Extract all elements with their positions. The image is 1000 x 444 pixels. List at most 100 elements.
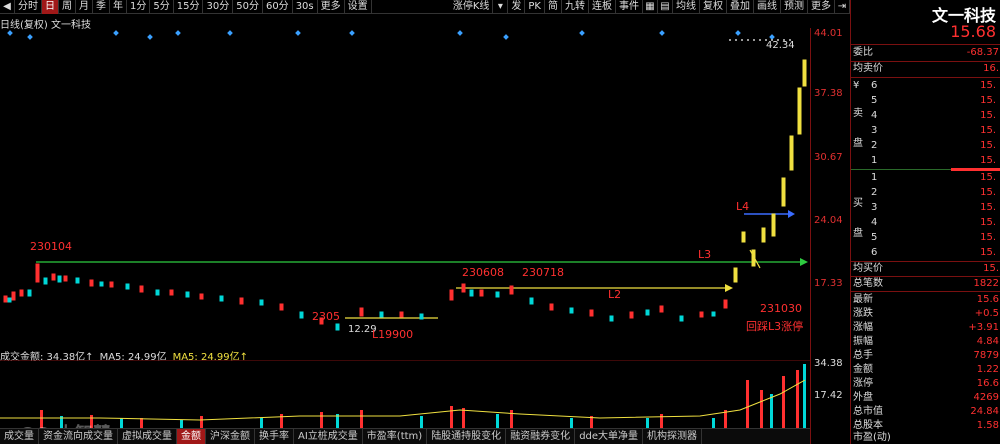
stat-label: 涨幅 [853, 322, 873, 333]
simple-button[interactable]: 简 [545, 0, 562, 14]
exit-icon[interactable]: ⇥ [835, 0, 850, 14]
yellow-arrow-l2-icon [725, 284, 733, 292]
tab-day[interactable]: 日 [42, 0, 59, 14]
tab-30s[interactable]: 30s [293, 0, 318, 14]
buy-price-1[interactable]: 15. [980, 172, 996, 183]
buy-price-6[interactable]: 15. [980, 247, 996, 258]
buy-price-3[interactable]: 15. [980, 202, 996, 213]
buy-label-2: 盘 [853, 228, 863, 239]
stock-price: 15.68 [950, 22, 996, 41]
tab-institution[interactable]: 机构探测器 [643, 429, 703, 444]
avg-sell-label: 均卖价 [853, 63, 883, 74]
tab-more[interactable]: 更多 [318, 0, 345, 14]
draw-button[interactable]: 画线 [754, 0, 781, 14]
adjust-button[interactable]: 复权 [700, 0, 727, 14]
tab-minute[interactable]: 分时 [15, 0, 42, 14]
tab-ai-volume[interactable]: AI立桩成交量 [294, 429, 363, 444]
sell-price-5[interactable]: 15. [980, 95, 996, 106]
high-price-label: 42.34 [766, 40, 795, 51]
tab-30min[interactable]: 30分 [203, 0, 234, 14]
tab-15min[interactable]: 15分 [174, 0, 204, 14]
buy-price-5[interactable]: 15. [980, 232, 996, 243]
calendar-icon[interactable]: ▤ [658, 0, 673, 14]
tab-60min[interactable]: 60分 [263, 0, 293, 14]
tab-50min[interactable]: 50分 [233, 0, 263, 14]
tab-year[interactable]: 年 [110, 0, 127, 14]
avg-sell-row: 均卖价 16. [853, 63, 999, 75]
kline-chart[interactable] [0, 28, 850, 346]
nine-turn-button[interactable]: 九转 [562, 0, 589, 14]
buy-level-6: 6 [871, 247, 878, 258]
price-axis: 44.01 37.38 30.67 24.04 17.33 34.38 17.4… [810, 28, 850, 444]
sell-price-1[interactable]: 15. [980, 155, 996, 166]
tab-turnover[interactable]: 换手率 [255, 429, 294, 444]
price-label-5: 17.33 [814, 278, 843, 289]
sell-price-2[interactable]: 15. [980, 140, 996, 151]
annotation-231030: 231030 [760, 302, 802, 315]
tab-margin[interactable]: 融资融券变化 [506, 429, 576, 444]
tab-market-amount[interactable]: 沪深金额 [206, 429, 255, 444]
tab-amount[interactable]: 金额 [177, 429, 206, 444]
ma-button[interactable]: 均线 [673, 0, 700, 14]
tab-month[interactable]: 月 [76, 0, 93, 14]
annotation-230104: 230104 [30, 240, 72, 253]
tab-pe-ttm[interactable]: 市盈率(ttm) [363, 429, 428, 444]
tab-northbound[interactable]: 陆股通持股变化 [427, 429, 507, 444]
buy-price-4[interactable]: 15. [980, 217, 996, 228]
stat-label: 涨停 [853, 378, 873, 389]
separator [851, 276, 1000, 277]
tab-volume[interactable]: 成交量 [0, 429, 39, 444]
event-markers [7, 30, 775, 40]
weibi-value: -68.37 [966, 47, 999, 58]
sell-level-2: 2 [871, 140, 878, 151]
fa-button[interactable]: 发 [508, 0, 526, 14]
stat-row: 总手 7879 [853, 350, 999, 362]
separator [851, 61, 1000, 62]
stat-label: 振幅 [853, 336, 873, 347]
stat-row: 最新 15.6 [853, 294, 999, 306]
event-button[interactable]: 事件 [616, 0, 643, 14]
buy-level-5: 5 [871, 232, 878, 243]
sell-price-6[interactable]: 15. [980, 80, 996, 91]
sell-price-3[interactable]: 15. [980, 125, 996, 136]
consecutive-board-button[interactable]: 连板 [589, 0, 616, 14]
more-right-button[interactable]: 更多 [808, 0, 835, 14]
stat-value: 7879 [973, 350, 999, 361]
stat-row: 外盘 4269 [853, 392, 999, 404]
buy-level-3: 3 [871, 202, 878, 213]
buy-level-2: 2 [871, 187, 878, 198]
volume-chart[interactable] [0, 360, 810, 428]
back-icon[interactable]: ◀ [0, 0, 15, 14]
dropdown-icon[interactable]: ▾ [493, 0, 509, 14]
overlay-button[interactable]: 叠加 [727, 0, 754, 14]
tab-dde[interactable]: dde大单净量 [575, 429, 644, 444]
stat-row: 总股本 1.58 [853, 420, 999, 432]
weibi-label: 委比 [853, 47, 873, 58]
sell-level-4: 4 [871, 110, 878, 121]
tab-1min[interactable]: 1分 [127, 0, 151, 14]
stat-row: 涨停 16.6 [853, 378, 999, 390]
tab-5min[interactable]: 5分 [150, 0, 174, 14]
stat-value: 15. [983, 263, 999, 274]
stat-row: 涨幅 +3.91 [853, 322, 999, 334]
stat-value: 1.22 [976, 364, 999, 375]
tab-settings[interactable]: 设置 [345, 0, 372, 14]
buy-label: 买 [853, 198, 863, 209]
sell-price-4[interactable]: 15. [980, 110, 996, 121]
buy-price-2[interactable]: 15. [980, 187, 996, 198]
annotation-230718: 230718 [522, 266, 564, 279]
tab-quarter[interactable]: 季 [93, 0, 110, 14]
stat-label: 总市值 [853, 406, 883, 417]
grid-icon[interactable]: ▦ [643, 0, 658, 14]
limit-up-kline-button[interactable]: 涨停K线 [450, 0, 494, 14]
tab-virtual-volume[interactable]: 虚拟成交量 [118, 429, 177, 444]
pk-button[interactable]: PK [525, 0, 545, 14]
tab-week[interactable]: 周 [59, 0, 76, 14]
stat-row: 总市值 24.84 [853, 406, 999, 418]
sell-label: 卖 [853, 108, 863, 119]
stat-label: 总笔数 [853, 278, 883, 289]
forecast-button[interactable]: 预测 [781, 0, 808, 14]
tab-capital-flow-volume[interactable]: 资金流向成交量 [39, 429, 118, 444]
stat-label: 金额 [853, 364, 873, 375]
sell-level-6: 6 [871, 80, 878, 91]
